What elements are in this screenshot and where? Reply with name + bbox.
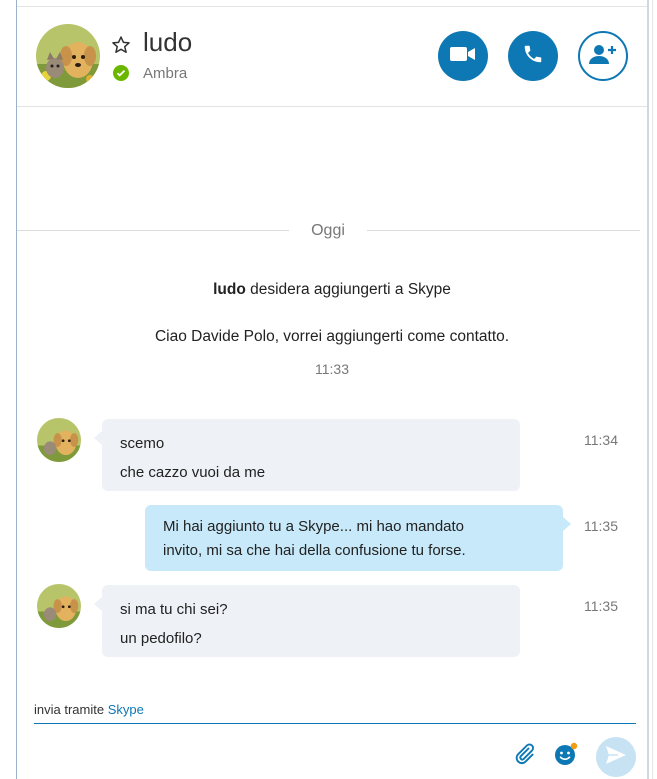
message-timestamp: 11:33 [315,361,349,377]
message-timestamp: 11:34 [584,432,618,448]
send-button[interactable] [596,737,636,777]
message-line: che cazzo vuoi da me [120,464,266,481]
video-call-button[interactable] [438,31,488,81]
send-via-label: invia tramite Skype [34,702,144,717]
message-line: Mi hai aggiunto tu a Skype... mi hao man… [163,518,465,535]
paperclip-icon [512,742,536,770]
online-status-icon [113,65,129,81]
send-via-prefix: invia tramite [34,702,108,717]
message-line: scemo [120,435,165,452]
sender-avatar[interactable] [37,584,81,628]
emoji-button[interactable] [548,738,584,774]
send-icon [605,745,627,769]
message-line: un pedofilo? [120,630,202,647]
emoji-icon [553,741,579,771]
window-border-right [647,0,649,779]
request-text: desidera aggiungerti a Skype [245,281,451,298]
add-person-icon [589,43,617,69]
message-timestamp: 11:35 [584,518,618,534]
send-via-link[interactable]: Skype [108,702,144,717]
contact-request-message: Ciao Davide Polo, vorrei aggiungerti com… [154,328,510,345]
contact-name[interactable]: ludo [143,27,192,58]
outgoing-message[interactable]: Mi hai aggiunto tu a Skype... mi hao man… [145,505,571,571]
date-divider-line [367,230,640,231]
phone-icon [522,43,544,69]
conversation-header: ludo Ambra [17,7,647,107]
message-line: invito, mi sa che hai della confusione t… [163,542,466,559]
sender-avatar[interactable] [37,418,81,462]
message-line: si ma tu chi sei? [120,601,228,618]
date-separator: Oggi [311,222,345,239]
add-contact-button[interactable] [578,31,628,81]
message-input[interactable] [34,723,636,724]
video-camera-icon [450,45,476,67]
window-border-left [16,0,17,779]
audio-call-button[interactable] [508,31,558,81]
message-timestamp: 11:35 [584,598,618,614]
window-edge [652,0,657,779]
favorite-star-icon[interactable] [111,35,131,55]
request-sender: ludo [213,281,246,298]
attach-button[interactable] [506,738,542,774]
contact-request-notice: ludo desidera aggiungerti a Skype [17,281,647,299]
incoming-message[interactable]: scemo che cazzo vuoi da me [94,419,520,491]
date-divider-line [17,230,289,231]
incoming-message[interactable]: si ma tu chi sei? un pedofilo? [94,585,520,657]
contact-status-text: Ambra [143,65,188,82]
contact-avatar[interactable] [36,24,100,88]
